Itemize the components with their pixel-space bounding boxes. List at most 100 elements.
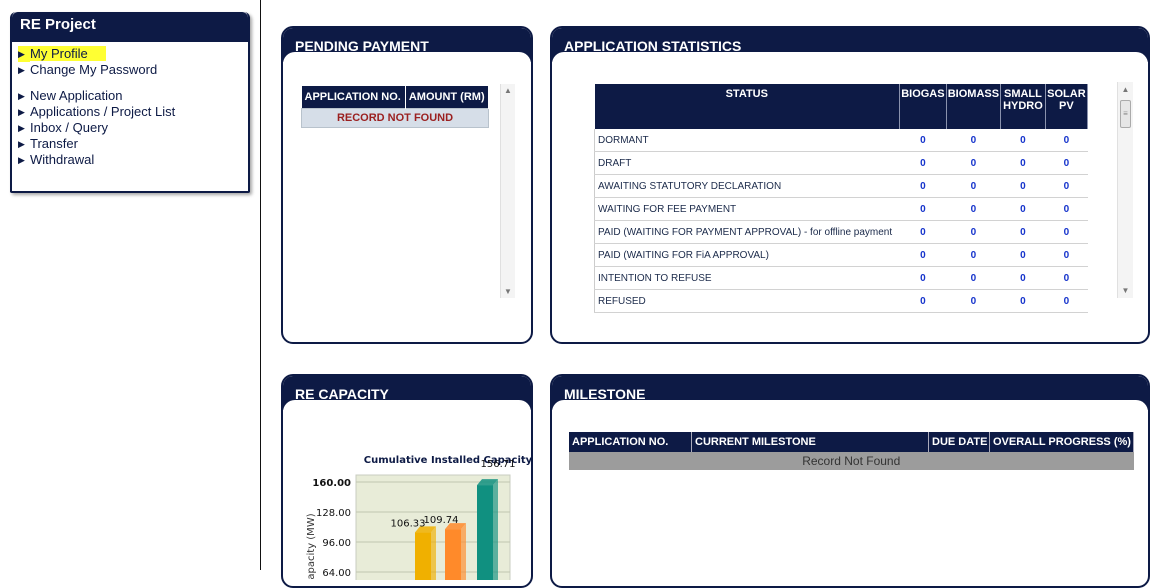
menu-item-transfer[interactable]: ▶ Transfer [18,136,248,152]
column-header-status: STATUS [594,84,901,129]
panel-header: MILESTONE [552,376,1148,422]
status-cell: WAITING FOR FEE PAYMENT [593,197,900,221]
milestone-panel: MILESTONE APPLICATION NO. CURRENT MILEST… [550,374,1150,588]
count-link[interactable]: 0 [1045,129,1088,152]
count-link[interactable]: 0 [1000,243,1046,267]
menu-item-label: Applications / Project List [30,104,176,119]
count-link[interactable]: 0 [946,220,1001,244]
count-link[interactable]: 0 [899,220,947,244]
arrow-right-icon: ▶ [18,123,25,133]
bar [477,479,498,580]
arrow-right-icon: ▶ [18,91,25,101]
count-link[interactable]: 0 [899,129,947,152]
status-cell: DRAFT [593,151,900,175]
count-link[interactable]: 0 [899,174,947,198]
count-link[interactable]: 0 [946,266,1001,290]
scroll-thumb[interactable]: ≡ [1120,100,1131,128]
table-row: INTENTION TO REFUSE 0 0 0 0 [593,266,1088,290]
menu-item-change-password[interactable]: ▶ Change My Password [18,62,248,78]
count-link[interactable]: 0 [1000,129,1046,152]
menu-title: RE Project [12,12,248,42]
column-header-due-date: DUE DATE [928,432,990,452]
count-link[interactable]: 0 [899,289,947,313]
column-header-current-milestone: CURRENT MILESTONE [691,432,929,452]
status-cell: REFUSED [593,289,900,313]
status-cell: PAID (WAITING FOR PAYMENT APPROVAL) - fo… [593,220,900,244]
table-row: PAID (WAITING FOR FiA APPROVAL) 0 0 0 0 [593,243,1088,267]
scroll-up-arrow-icon[interactable]: ▲ [1118,85,1133,94]
count-link[interactable]: 0 [946,197,1001,221]
panel-title: MILESTONE [564,386,646,402]
count-link[interactable]: 0 [1000,174,1046,198]
panel-header: PENDING PAYMENT [283,28,531,74]
column-header-overall-progress: OVERALL PROGRESS (%) [989,432,1134,452]
menu-item-new-application[interactable]: ▶ New Application [18,88,248,104]
table-row: DRAFT 0 0 0 0 [593,151,1088,175]
menu-item-my-profile[interactable]: ▶ My Profile [18,46,248,62]
count-link[interactable]: 0 [1045,151,1088,175]
count-link[interactable]: 0 [1000,220,1046,244]
scroll-up-arrow-icon[interactable]: ▲ [501,86,515,95]
menu-item-withdrawal[interactable]: ▶ Withdrawal [18,152,248,168]
empty-record-text: RECORD NOT FOUND [301,108,489,128]
table-row: AWAITING STATUTORY DECLARATION 0 0 0 0 [593,174,1088,198]
count-link[interactable]: 0 [1000,151,1046,175]
status-cell: INTENTION TO REFUSE [593,266,900,290]
arrow-right-icon: ▶ [18,139,25,149]
menu-item-label: Withdrawal [30,152,95,167]
table-row: DORMANT 0 0 0 0 [593,129,1088,152]
table-row: REFUSED 0 0 0 0 [593,289,1088,313]
vertical-scrollbar[interactable]: ▲ ▼ [500,84,515,298]
statistics-table: STATUS BIOGAS BIOMASS SMALL HYDRO SOLAR … [593,84,1089,313]
application-statistics-panel: APPLICATION STATISTICS STATUS BIOGAS BIO… [550,26,1150,344]
count-link[interactable]: 0 [946,151,1001,175]
menu-item-label: Change My Password [30,62,158,77]
scroll-down-arrow-icon[interactable]: ▼ [501,287,515,296]
status-cell: DORMANT [593,129,900,152]
vertical-scrollbar[interactable]: ▲ ≡ ▼ [1117,82,1133,298]
count-link[interactable]: 0 [1000,197,1046,221]
menu-item-label: Inbox / Query [30,120,109,135]
column-header-solar-pv: SOLAR PV [1045,84,1089,129]
bar-side [431,526,436,580]
bar-value-label: 106.33 [391,518,426,529]
count-link[interactable]: 0 [899,197,947,221]
arrow-right-icon: ▶ [18,46,30,62]
count-link[interactable]: 0 [899,266,947,290]
panel-header: RE CAPACITY [283,376,531,422]
bar-side [461,523,466,580]
menu-item-label: My Profile [30,46,106,61]
y-tick-label: 128.00 [316,508,351,519]
arrow-right-icon: ▶ [18,155,25,165]
count-link[interactable]: 0 [946,174,1001,198]
pending-payment-table: APPLICATION NO. AMOUNT (RM) RECORD NOT F… [301,86,490,128]
count-link[interactable]: 0 [899,151,947,175]
count-link[interactable]: 0 [1045,220,1088,244]
bar-value-label: 109.74 [424,515,459,526]
column-header-amount: AMOUNT (RM) [405,86,490,109]
count-link[interactable]: 0 [1045,243,1088,267]
bar [445,523,466,580]
count-link[interactable]: 0 [1045,266,1088,290]
menu-item-inbox-query[interactable]: ▶ Inbox / Query [18,120,248,136]
arrow-right-icon: ▶ [18,65,25,75]
count-link[interactable]: 0 [1000,266,1046,290]
y-tick-label: 160.00 [312,478,351,489]
count-link[interactable]: 0 [1045,289,1088,313]
arrow-right-icon: ▶ [18,107,25,117]
count-link[interactable]: 0 [946,243,1001,267]
project-menu: RE Project ▶ My Profile ▶ Change My Passwo… [10,12,250,193]
count-link[interactable]: 0 [1045,174,1088,198]
count-link[interactable]: 0 [1000,289,1046,313]
empty-record-text: Record Not Found [569,452,1134,470]
count-link[interactable]: 0 [899,243,947,267]
panel-header: APPLICATION STATISTICS [552,28,1148,74]
column-header-biomass: BIOMASS [946,84,1002,129]
bar-value-label: 156.71 [481,459,516,470]
menu-item-applications-list[interactable]: ▶ Applications / Project List [18,104,248,120]
count-link[interactable]: 0 [1045,197,1088,221]
count-link[interactable]: 0 [946,289,1001,313]
count-link[interactable]: 0 [946,129,1001,152]
panel-title: APPLICATION STATISTICS [564,38,742,54]
scroll-down-arrow-icon[interactable]: ▼ [1118,286,1133,295]
